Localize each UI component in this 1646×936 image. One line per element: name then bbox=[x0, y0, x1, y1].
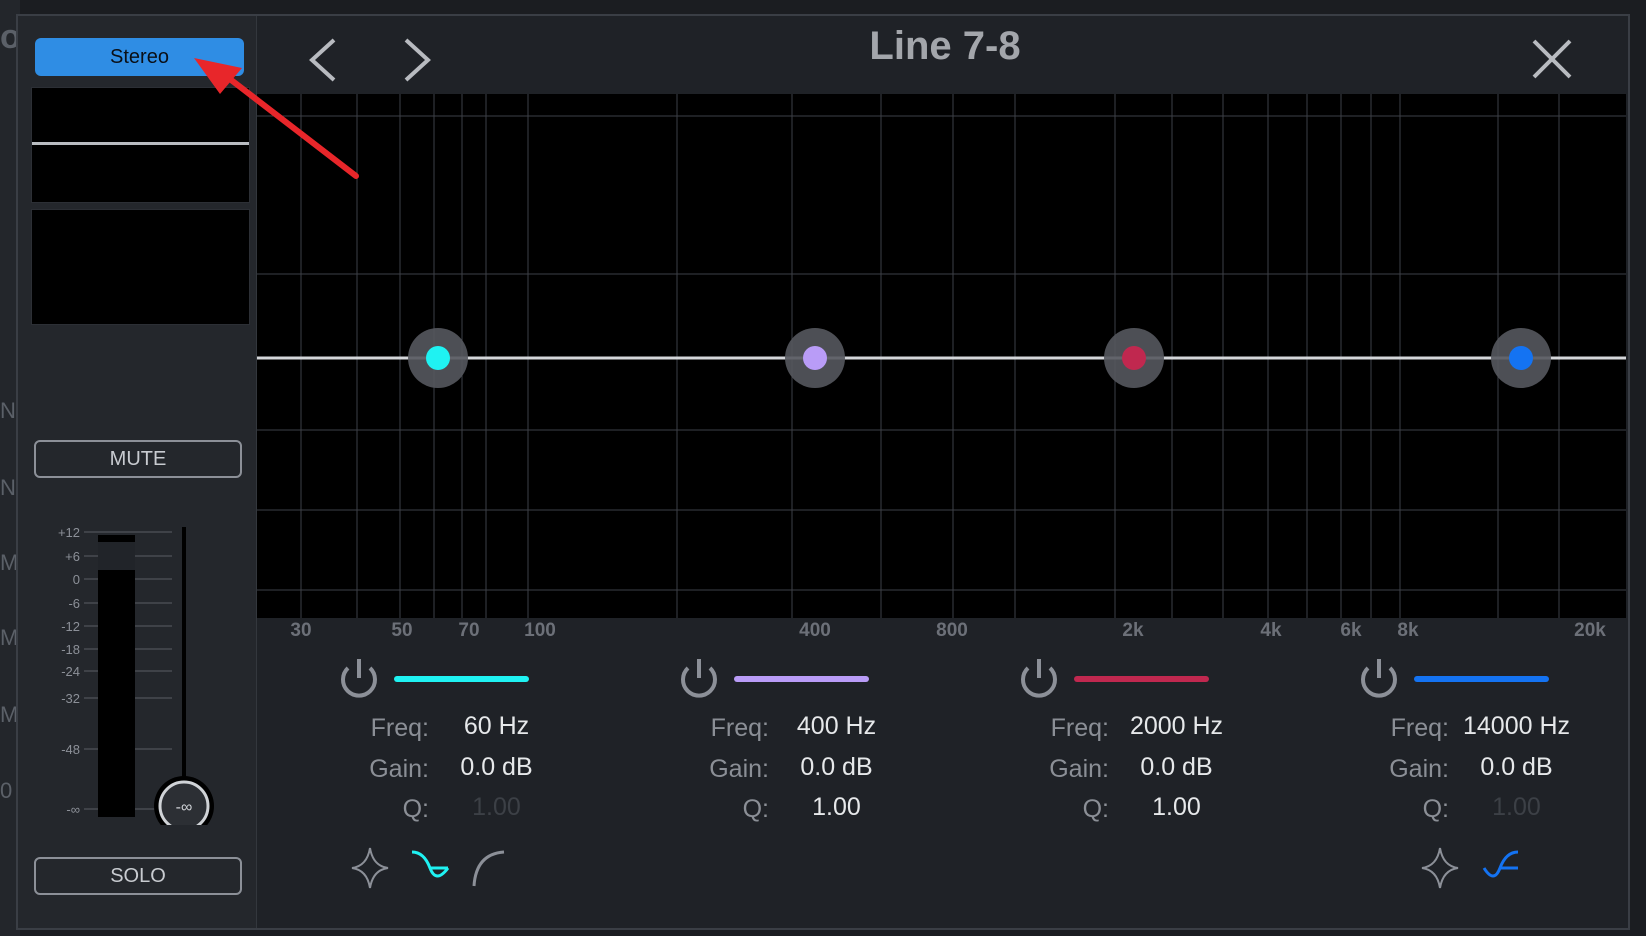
chevron-right-icon[interactable] bbox=[400, 36, 436, 84]
freq-axis-label: 50 bbox=[391, 620, 413, 641]
band-1-power-icon[interactable] bbox=[337, 656, 381, 700]
annotation-arrow bbox=[194, 58, 359, 179]
freq-axis-label: 20k bbox=[1574, 620, 1606, 641]
band-1-color-bar bbox=[394, 676, 529, 682]
fader-scale-label: -18 bbox=[61, 642, 80, 657]
freq-axis-label: 6k bbox=[1340, 620, 1362, 641]
background-fragment: N bbox=[0, 398, 16, 423]
band-4-q-label: Q: bbox=[1422, 795, 1449, 823]
solo-button[interactable]: SOLO bbox=[34, 857, 242, 895]
band-2-q-label: Q: bbox=[742, 795, 769, 823]
band-4-controls: Freq: 14000 Hz Gain: 0.0 dB Q: 1.00 bbox=[1357, 652, 1597, 902]
band-1-gain-value[interactable]: 0.0 dB bbox=[434, 753, 559, 782]
page-title: Line 7-8 bbox=[869, 24, 1021, 68]
fader-scale-label: -12 bbox=[61, 619, 80, 634]
freq-axis-label: 4k bbox=[1260, 620, 1282, 641]
band-2-handle[interactable] bbox=[785, 328, 845, 388]
band-4-color-bar bbox=[1414, 676, 1549, 682]
mute-button[interactable]: MUTE bbox=[34, 440, 242, 478]
fader-scale-label: -48 bbox=[61, 742, 80, 757]
band-2-q-value[interactable]: 1.00 bbox=[774, 793, 899, 822]
band-4-gain-label: Gain: bbox=[1389, 755, 1449, 783]
fader-track[interactable] bbox=[182, 527, 186, 802]
band-3-gain-label: Gain: bbox=[1049, 755, 1109, 783]
fader-value: -∞ bbox=[176, 799, 193, 816]
band-handle-dot[interactable] bbox=[426, 346, 450, 370]
freq-axis-label: 800 bbox=[936, 620, 968, 641]
freq-axis-label: 30 bbox=[290, 620, 312, 641]
band-4-freq-value[interactable]: 14000 Hz bbox=[1454, 712, 1579, 741]
freq-axis-label: 100 bbox=[524, 620, 556, 641]
mute-button-label: MUTE bbox=[109, 447, 167, 470]
band-1-q-label: Q: bbox=[402, 795, 429, 823]
fader-scale-label: -6 bbox=[68, 596, 80, 611]
freq-axis-label: 400 bbox=[799, 620, 831, 641]
band-handle-dot[interactable] bbox=[1509, 346, 1533, 370]
band-4-freq-label: Freq: bbox=[1390, 714, 1449, 742]
band-3-freq-label: Freq: bbox=[1050, 714, 1109, 742]
band-3-gain-value[interactable]: 0.0 dB bbox=[1114, 753, 1239, 782]
freq-axis-label: 70 bbox=[458, 620, 480, 641]
eq-graph[interactable] bbox=[257, 94, 1626, 618]
fader-scale-label: -24 bbox=[61, 664, 80, 679]
band-2-freq-label: Freq: bbox=[710, 714, 769, 742]
band-3-controls: Freq: 2000 Hz Gain: 0.0 dB Q: 1.00 bbox=[1017, 652, 1257, 902]
secondary-preview[interactable] bbox=[31, 209, 250, 325]
band-4-gain-value[interactable]: 0.0 dB bbox=[1454, 753, 1579, 782]
band-3-q-value[interactable]: 1.00 bbox=[1114, 793, 1239, 822]
band-3-handle[interactable] bbox=[1104, 328, 1164, 388]
band-1-handle[interactable] bbox=[408, 328, 468, 388]
stereo-button-label: Stereo bbox=[110, 45, 169, 68]
bell-shape-icon[interactable] bbox=[350, 846, 390, 890]
band-3-color-bar bbox=[1074, 676, 1209, 682]
band-1-q-value: 1.00 bbox=[472, 793, 521, 821]
bell-shape-icon[interactable] bbox=[1420, 846, 1460, 890]
freq-axis-label: 8k bbox=[1397, 620, 1419, 641]
band-1-freq-label: Freq: bbox=[370, 714, 429, 742]
band-2-gain-value[interactable]: 0.0 dB bbox=[774, 753, 899, 782]
volume-fader[interactable]: +12 +6 0 -6 -12 -18 -24 -32 -48 -∞ -∞ bbox=[40, 515, 220, 825]
fader-scale-label: -∞ bbox=[66, 802, 80, 817]
band-handle-dot[interactable] bbox=[1122, 346, 1146, 370]
band-2-freq-value[interactable]: 400 Hz bbox=[774, 712, 899, 741]
band-1-controls: Freq: 60 Hz Gain: 0.0 dB Q: 1.00 bbox=[337, 652, 577, 902]
level-meter bbox=[98, 535, 135, 817]
band-2-controls: Freq: 400 Hz Gain: 0.0 dB Q: 1.00 bbox=[677, 652, 917, 902]
fader-scale-label: -32 bbox=[61, 691, 80, 706]
band-2-color-bar bbox=[734, 676, 869, 682]
meter-peak-block bbox=[98, 542, 135, 570]
close-icon[interactable] bbox=[1531, 38, 1573, 80]
fader-scale-label: +6 bbox=[65, 549, 80, 564]
band-3-freq-value[interactable]: 2000 Hz bbox=[1114, 712, 1239, 741]
band-2-power-icon[interactable] bbox=[677, 656, 721, 700]
band-4-handle[interactable] bbox=[1491, 328, 1551, 388]
high-pass-shape-icon[interactable] bbox=[470, 848, 510, 888]
band-2-gain-label: Gain: bbox=[709, 755, 769, 783]
freq-axis-label: 2k bbox=[1122, 620, 1144, 641]
solo-button-label: SOLO bbox=[110, 864, 166, 887]
background-fragment: N bbox=[0, 475, 16, 500]
fader-scale-label: 0 bbox=[73, 572, 80, 587]
low-shelf-shape-icon[interactable] bbox=[410, 848, 450, 888]
band-1-gain-label: Gain: bbox=[369, 755, 429, 783]
band-1-freq-value[interactable]: 60 Hz bbox=[434, 712, 559, 741]
band-3-q-label: Q: bbox=[1082, 795, 1109, 823]
high-shelf-shape-icon[interactable] bbox=[1482, 848, 1522, 888]
band-4-q-value: 1.00 bbox=[1492, 793, 1541, 821]
fader-scale-label: +12 bbox=[58, 525, 80, 540]
background-fragment: 0 bbox=[0, 778, 13, 803]
band-4-power-icon[interactable] bbox=[1357, 656, 1401, 700]
band-3-power-icon[interactable] bbox=[1017, 656, 1061, 700]
band-handle-dot[interactable] bbox=[803, 346, 827, 370]
